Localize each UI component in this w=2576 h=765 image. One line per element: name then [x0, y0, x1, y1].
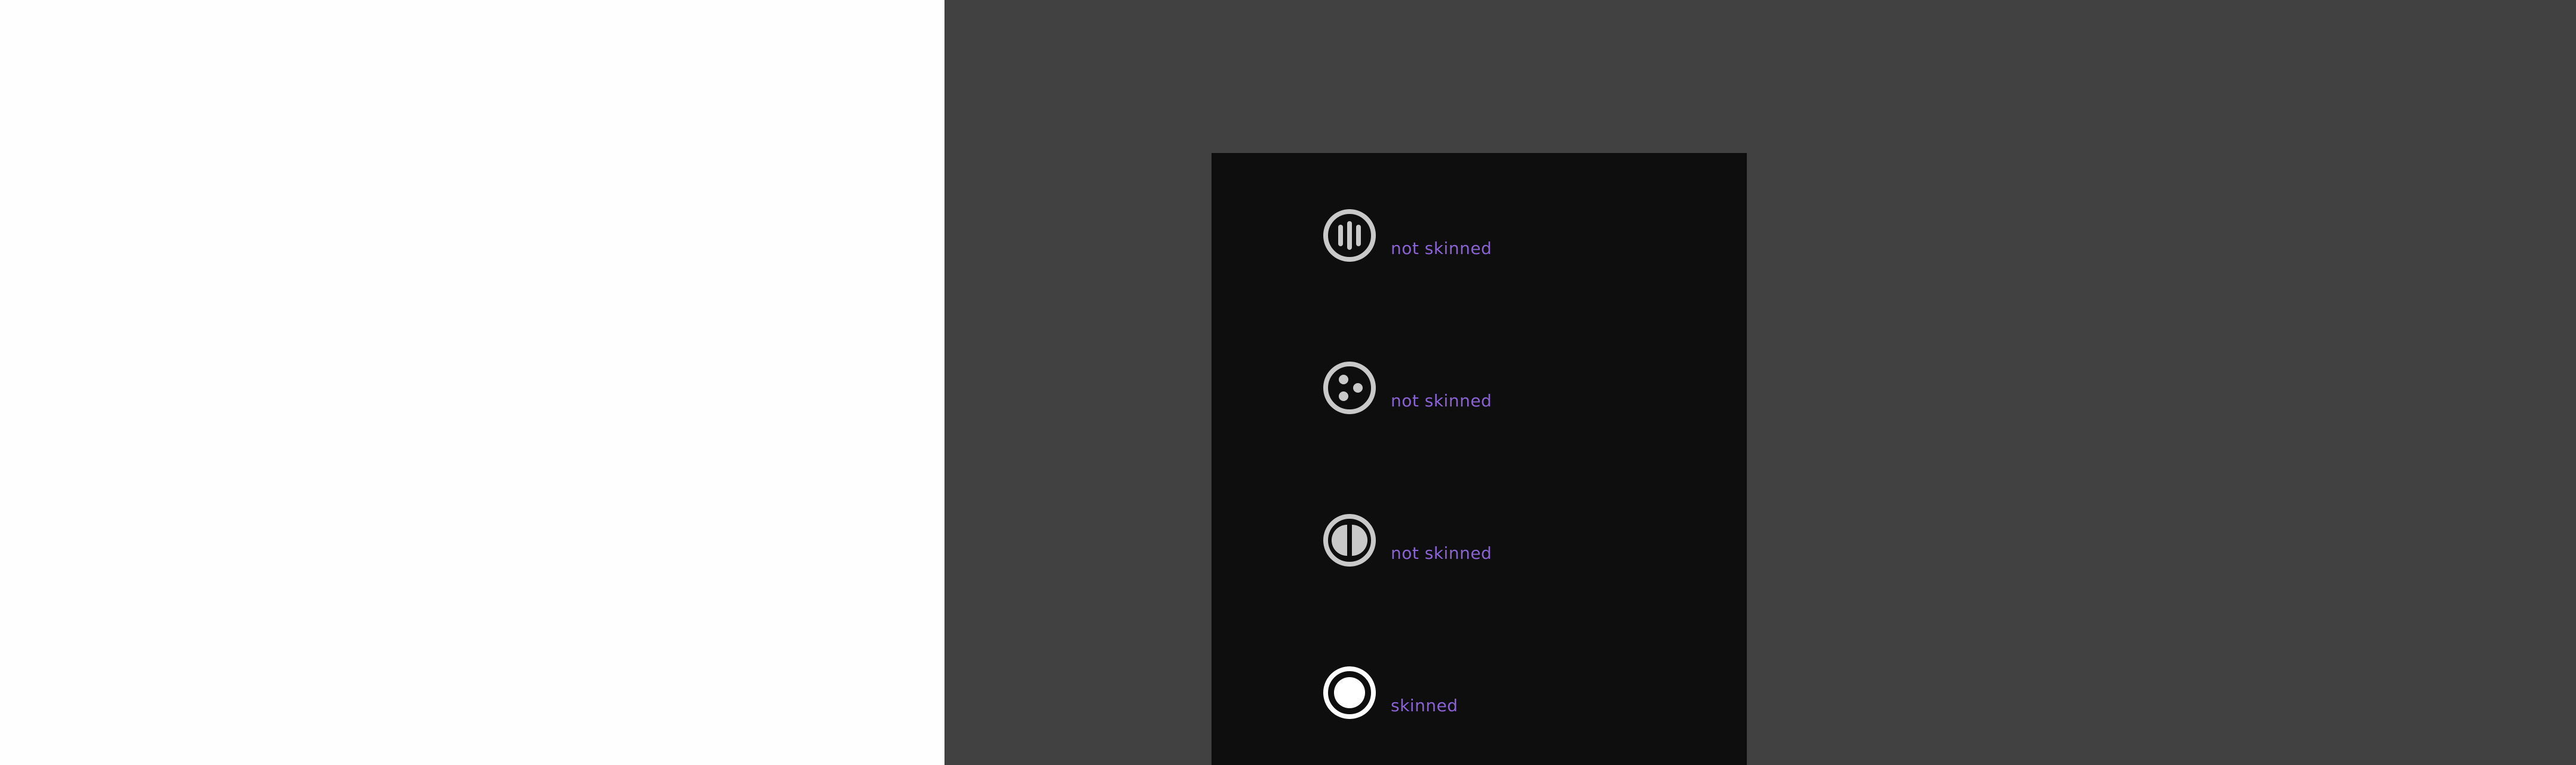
radio-item-3[interactable]: not skinned	[1322, 513, 1680, 573]
radio-item-2[interactable]: not skinned	[1322, 360, 1680, 420]
left-pane	[0, 0, 944, 765]
pause-bars-icon[interactable]	[1322, 208, 1377, 263]
half-circle-icon[interactable]	[1322, 513, 1377, 568]
radio-item-label: not skinned	[1391, 238, 1492, 258]
filled-circle-icon[interactable]	[1322, 665, 1377, 720]
radio-item-label: not skinned	[1391, 543, 1492, 563]
three-dots-icon[interactable]	[1322, 360, 1377, 415]
radio-item-label: skinned	[1391, 696, 1458, 715]
radio-item-1[interactable]: not skinned	[1322, 208, 1680, 268]
right-pane	[944, 0, 2576, 765]
radio-skin-panel: not skinned not skinned not skinned skin…	[1212, 153, 1747, 765]
radio-item-4[interactable]: skinned	[1322, 665, 1680, 725]
radio-item-label: not skinned	[1391, 391, 1492, 411]
